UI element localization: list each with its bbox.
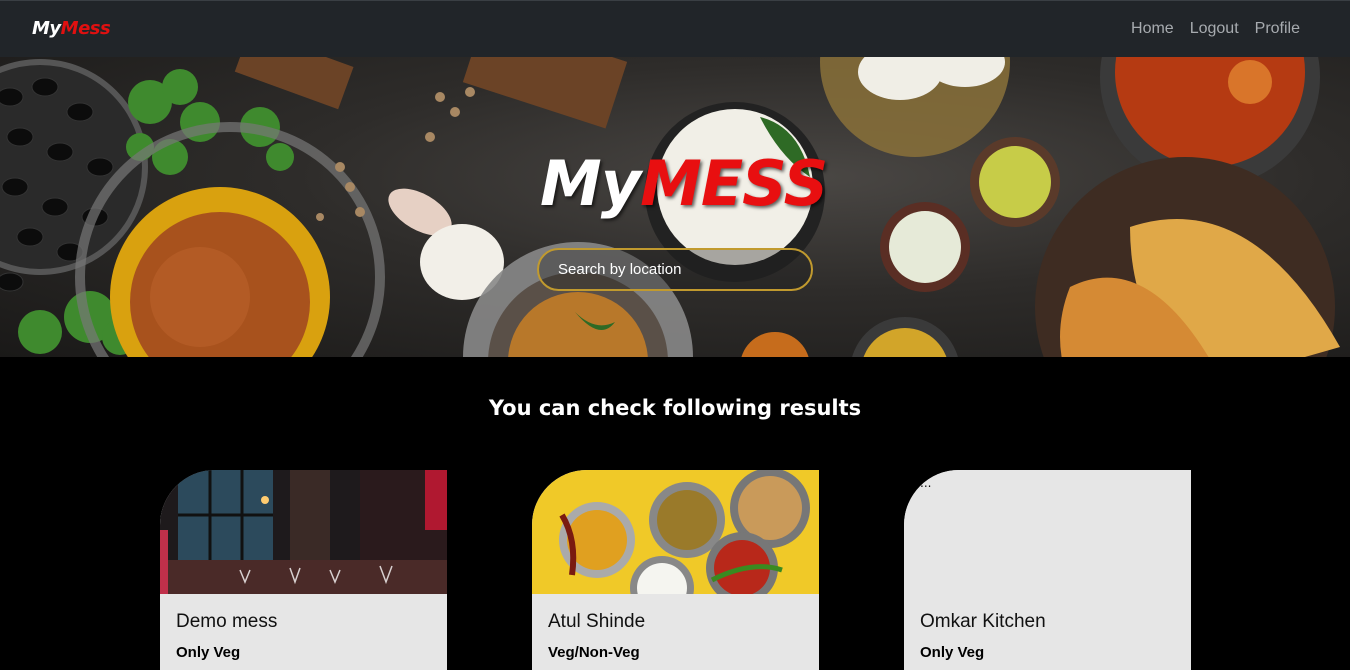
navbar: MyMess Home Logout Profile [0, 0, 1350, 57]
hero-logo-my: My [540, 147, 641, 220]
nav-home-link[interactable]: Home [1131, 20, 1174, 38]
restaurant-interior-image [160, 470, 447, 594]
mess-name: Atul Shinde [548, 611, 646, 632]
mess-card-omkar-kitchen[interactable]: ... Omkar Kitchen Only Veg [904, 470, 1191, 670]
hero-logo: MyMESS [540, 147, 828, 227]
hero-logo-mess: MESS [640, 147, 828, 220]
mess-card-demo-mess[interactable]: Demo mess Only Veg [160, 470, 447, 670]
nav-logout-link[interactable]: Logout [1190, 20, 1239, 38]
brand-my: My [32, 18, 61, 39]
mess-name: Omkar Kitchen [920, 611, 1046, 632]
mess-card-body: Omkar Kitchen Only Veg [904, 594, 1191, 670]
mess-card-image [160, 470, 447, 594]
mess-food-type: Only Veg [920, 644, 985, 661]
mess-name: Demo mess [176, 611, 278, 632]
mess-card-body: Atul Shinde Veg/Non-Veg [532, 594, 819, 670]
brand-logo[interactable]: MyMess [32, 18, 111, 39]
nav-profile-link[interactable]: Profile [1255, 20, 1300, 38]
mess-card-image-broken: ... [904, 470, 1191, 594]
brand-mess: Mess [60, 18, 111, 39]
mess-card-atul-shinde[interactable]: Atul Shinde Veg/Non-Veg [532, 470, 819, 670]
nav-links: Home Logout Profile [1131, 20, 1300, 38]
mess-card-image [532, 470, 819, 594]
thali-food-image [532, 470, 819, 594]
mess-food-type: Veg/Non-Veg [548, 644, 640, 661]
hero-banner: MyMESS [0, 57, 1350, 357]
image-alt-text: ... [920, 476, 932, 490]
results-heading: You can check following results [488, 396, 862, 420]
mess-food-type: Only Veg [176, 644, 241, 661]
search-location-input[interactable] [537, 248, 813, 291]
mess-card-body: Demo mess Only Veg [160, 594, 447, 670]
